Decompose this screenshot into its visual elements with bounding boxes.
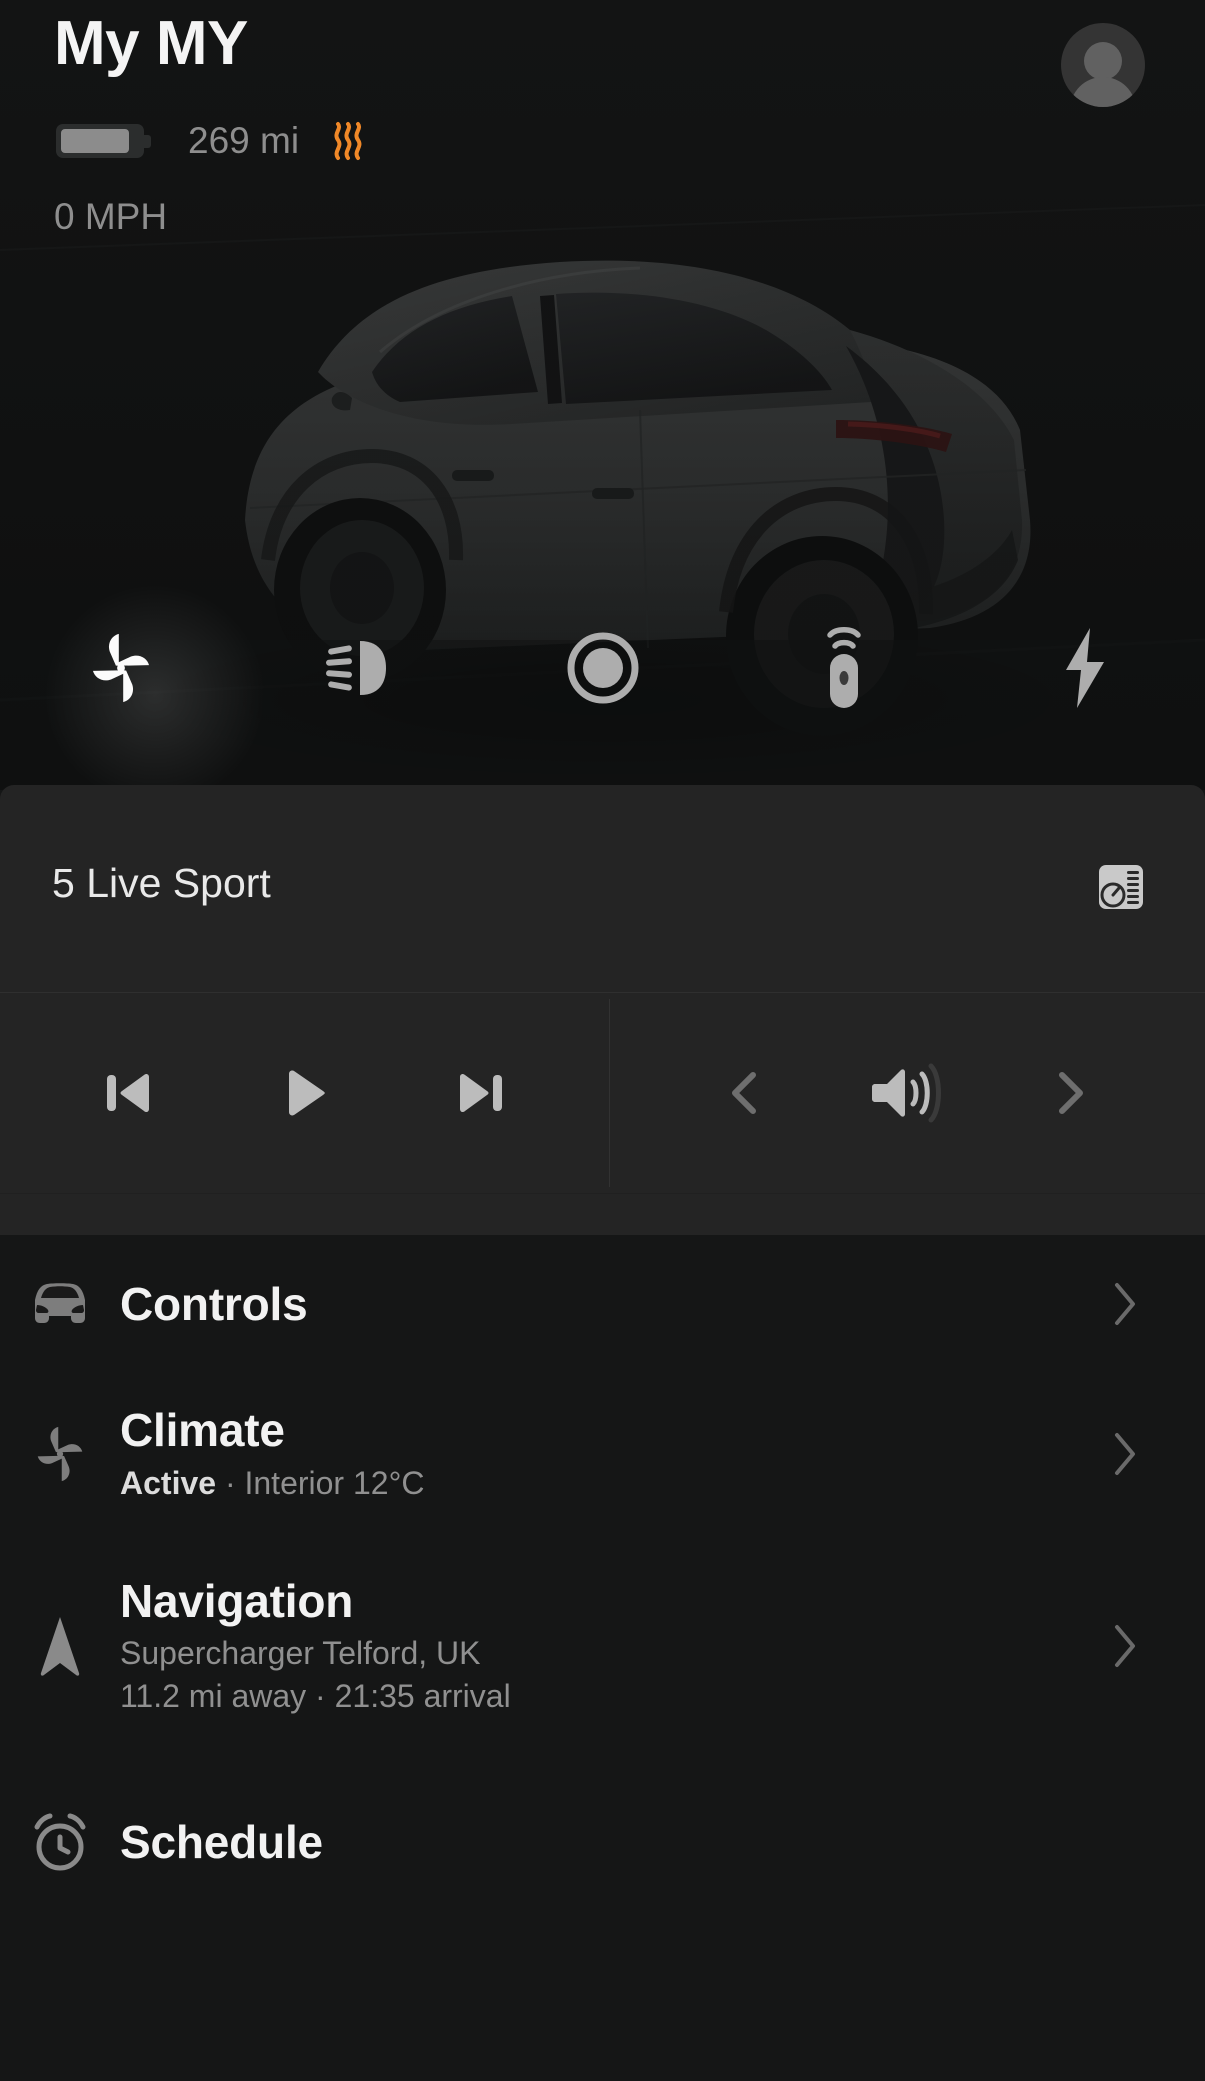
navigation-eta: 11.2 mi away · 21:35 arrival <box>120 1678 511 1715</box>
range-value: 269 mi <box>188 120 300 161</box>
vehicle-quick-actions <box>0 618 1205 718</box>
menu-item-subtitle: Active · Interior 12°C <box>120 1462 1105 1505</box>
status-line: 269 mi <box>56 120 367 162</box>
volume-up-button[interactable] <box>1014 1038 1124 1148</box>
page-title: My MY <box>54 9 248 78</box>
lock-icon[interactable] <box>482 618 723 718</box>
play-button[interactable] <box>249 1038 359 1148</box>
media-title: 5 Live Sport <box>52 860 271 906</box>
media-bottom-divider <box>0 1193 1205 1194</box>
heat-waves-icon <box>331 120 367 162</box>
account-avatar-icon[interactable] <box>1061 23 1145 107</box>
menu-item-label: Climate <box>120 1404 285 1457</box>
speed-value: 0 MPH <box>54 196 168 237</box>
volume-icon[interactable] <box>852 1038 962 1148</box>
menu-item-text: Schedule <box>120 1815 1105 1869</box>
media-controls <box>0 993 1205 1193</box>
alarm-clock-icon <box>0 1811 120 1873</box>
transport-controls <box>0 993 609 1193</box>
radio-tuner-icon[interactable] <box>1095 861 1147 918</box>
headlights-icon[interactable] <box>241 618 482 718</box>
navigation-destination: Supercharger Telford, UK <box>120 1634 481 1671</box>
menu-item-text: Controls <box>120 1277 1105 1331</box>
menu-item-label: Controls <box>120 1277 308 1330</box>
menu-item-text: Climate Active · Interior 12°C <box>120 1403 1105 1504</box>
chevron-right-icon <box>1105 1281 1145 1327</box>
menu-item-label: Schedule <box>120 1815 323 1868</box>
menu-list: Controls Climate Active · Interior 12°C … <box>0 1240 1205 1932</box>
menu-item-schedule[interactable]: Schedule <box>0 1752 1205 1932</box>
chevron-right-icon <box>1105 1431 1145 1477</box>
menu-item-climate[interactable]: Climate Active · Interior 12°C <box>0 1368 1205 1540</box>
car-front-icon <box>0 1278 120 1330</box>
menu-item-text: Navigation Supercharger Telford, UK 11.2… <box>120 1574 1105 1719</box>
keyfob-icon[interactable] <box>723 618 964 718</box>
climate-detail: · Interior 12°C <box>216 1464 425 1501</box>
battery-icon <box>56 124 152 158</box>
charge-bolt-icon[interactable] <box>964 618 1205 718</box>
menu-item-controls[interactable]: Controls <box>0 1240 1205 1368</box>
next-track-button[interactable] <box>426 1038 536 1148</box>
media-header[interactable]: 5 Live Sport <box>0 785 1205 993</box>
menu-item-navigation[interactable]: Navigation Supercharger Telford, UK 11.2… <box>0 1540 1205 1752</box>
volume-down-button[interactable] <box>691 1038 801 1148</box>
header: My MY 269 mi 0 MPH <box>0 0 1205 237</box>
app-root: My MY 269 mi 0 MPH 5 Live Sport Controls… <box>0 0 1205 2081</box>
volume-controls <box>610 993 1205 1193</box>
navigation-arrow-icon <box>0 1615 120 1677</box>
chevron-right-icon <box>1105 1623 1145 1669</box>
menu-item-label: Navigation <box>120 1574 354 1627</box>
previous-track-button[interactable] <box>73 1038 183 1148</box>
media-card: 5 Live Sport <box>0 785 1205 1235</box>
fan-icon <box>0 1423 120 1485</box>
fan-icon[interactable] <box>0 618 241 718</box>
climate-status: Active <box>120 1464 217 1501</box>
